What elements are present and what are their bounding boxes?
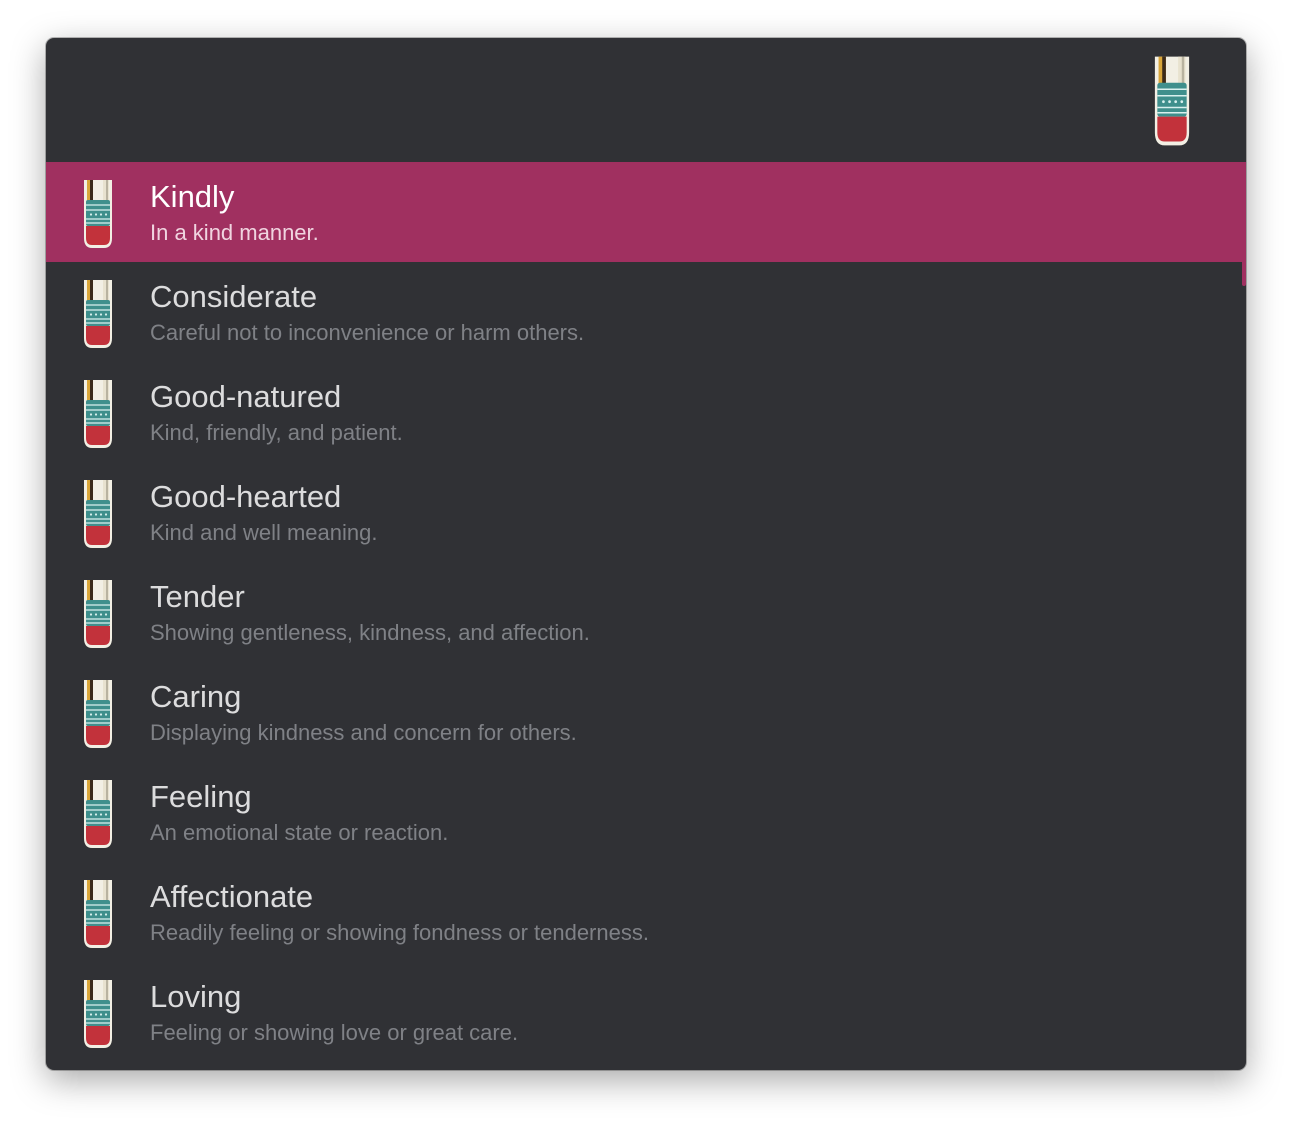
result-subtitle: An emotional state or reaction. bbox=[150, 820, 449, 845]
result-title: Caring bbox=[150, 679, 242, 714]
result-subtitle: Displaying kindness and concern for othe… bbox=[150, 720, 577, 745]
pencil-icon bbox=[80, 278, 116, 350]
result-subtitle: Readily feeling or showing fondness or t… bbox=[150, 920, 649, 945]
result-title: Tender bbox=[150, 579, 245, 614]
pencil-icon bbox=[80, 978, 116, 1050]
pencil-icon bbox=[80, 178, 116, 250]
pencil-icon bbox=[80, 578, 116, 650]
search-input[interactable] bbox=[74, 64, 1134, 136]
result-item[interactable]: Considerate Careful not to inconvenience… bbox=[46, 262, 1246, 362]
pencil-icon bbox=[80, 678, 116, 750]
result-item[interactable]: Good-natured Kind, friendly, and patient… bbox=[46, 362, 1246, 462]
result-title: Good-natured bbox=[150, 379, 342, 414]
result-title: Affectionate bbox=[150, 879, 314, 914]
pencil-icon bbox=[80, 478, 116, 550]
pencil-app-icon bbox=[1150, 54, 1194, 148]
result-item[interactable]: Caring Displaying kindness and concern f… bbox=[46, 662, 1246, 762]
result-title: Considerate bbox=[150, 279, 318, 314]
result-subtitle: Kind, friendly, and patient. bbox=[150, 420, 403, 445]
result-item[interactable]: Kindly In a kind manner. bbox=[46, 162, 1246, 262]
result-subtitle: Careful not to inconvenience or harm oth… bbox=[150, 320, 585, 345]
result-subtitle: Showing gentleness, kindness, and affect… bbox=[150, 620, 590, 645]
result-item[interactable]: Tender Showing gentleness, kindness, and… bbox=[46, 562, 1246, 662]
app-window: Kindly In a kind manner. Considerate Car… bbox=[46, 38, 1246, 1070]
result-title: Kindly bbox=[150, 179, 235, 214]
result-subtitle: Feeling or showing love or great care. bbox=[150, 1020, 519, 1045]
pencil-icon bbox=[80, 878, 116, 950]
pencil-icon bbox=[80, 778, 116, 850]
result-item[interactable]: Loving Feeling or showing love or great … bbox=[46, 962, 1246, 1062]
result-title: Feeling bbox=[150, 779, 252, 814]
pencil-icon bbox=[80, 378, 116, 450]
result-item[interactable]: Feeling An emotional state or reaction. bbox=[46, 762, 1246, 862]
result-title: Loving bbox=[150, 979, 242, 1014]
result-subtitle: Kind and well meaning. bbox=[150, 520, 378, 545]
result-item[interactable]: Good-hearted Kind and well meaning. bbox=[46, 462, 1246, 562]
result-subtitle: In a kind manner. bbox=[150, 220, 319, 245]
results-list: Kindly In a kind manner. Considerate Car… bbox=[46, 162, 1246, 1070]
result-title: Good-hearted bbox=[150, 479, 342, 514]
result-item[interactable]: Affectionate Readily feeling or showing … bbox=[46, 862, 1246, 962]
search-bar bbox=[46, 38, 1246, 162]
